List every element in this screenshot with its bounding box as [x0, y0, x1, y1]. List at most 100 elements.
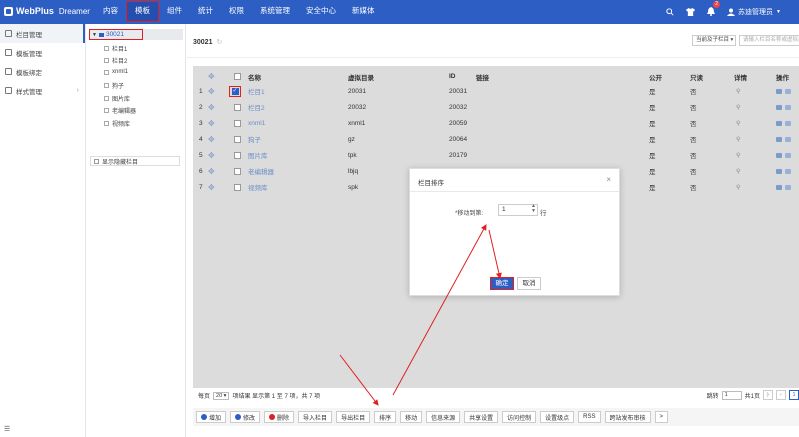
detail-icon[interactable]: ⚲: [736, 163, 740, 179]
tree-item[interactable]: 栏目1: [104, 44, 127, 53]
detail-icon[interactable]: ⚲: [736, 83, 740, 99]
move-icon[interactable]: ✥: [208, 99, 215, 115]
row-checkbox[interactable]: ✓: [229, 83, 241, 99]
copy-icon[interactable]: [785, 120, 791, 126]
move-icon[interactable]: ✥: [208, 179, 215, 195]
search-icon[interactable]: [666, 8, 674, 16]
cancel-button[interactable]: 取消: [517, 277, 541, 290]
edit-button[interactable]: 修改: [230, 411, 261, 423]
copy-icon[interactable]: [785, 104, 791, 110]
nav-template[interactable]: 模板: [126, 1, 159, 22]
edit-icon[interactable]: [776, 168, 782, 174]
row-name-link[interactable]: 狗子: [248, 131, 261, 147]
first-page-button[interactable]: |‹: [763, 390, 773, 400]
cross-site-review-button[interactable]: 跨站发布审核: [604, 411, 651, 423]
add-button[interactable]: 增加: [196, 411, 227, 423]
move-button[interactable]: 移动: [400, 411, 423, 423]
row-name-link[interactable]: xnml1: [248, 115, 265, 131]
row-checkbox[interactable]: [234, 131, 241, 147]
access-control-button[interactable]: 访问控制: [502, 411, 537, 423]
per-page-select[interactable]: 20 ▾: [213, 391, 230, 400]
copy-icon[interactable]: [785, 184, 791, 190]
tree-item[interactable]: 狗子: [104, 81, 124, 90]
row-name-link[interactable]: 图片库: [248, 147, 268, 163]
table-row[interactable]: 4 ✥ 狗子 gz 20064 是 否 ⚲: [193, 131, 799, 147]
tree-item[interactable]: 视频库: [104, 119, 130, 128]
sort-button[interactable]: 排序: [374, 411, 397, 423]
sidebar-item-column-manage[interactable]: 栏目管理: [0, 24, 85, 43]
set-level-button[interactable]: 设置级点: [540, 411, 575, 423]
edit-icon[interactable]: [776, 136, 782, 142]
show-hidden-checkbox[interactable]: 显示隐藏栏目: [90, 156, 180, 166]
copy-icon[interactable]: [785, 152, 791, 158]
nav-component[interactable]: 组件: [159, 0, 190, 24]
copy-icon[interactable]: [785, 88, 791, 94]
edit-icon[interactable]: [776, 120, 782, 126]
copy-icon[interactable]: [785, 136, 791, 142]
row-checkbox[interactable]: [234, 163, 241, 179]
row-name-link[interactable]: 视频库: [248, 179, 268, 195]
export-button[interactable]: 导出栏目: [336, 411, 371, 423]
edit-icon[interactable]: [776, 184, 782, 190]
spin-down-icon[interactable]: ▼: [531, 209, 536, 214]
col-readonly[interactable]: 只读: [690, 70, 703, 83]
row-name-link[interactable]: 栏目1: [248, 83, 265, 99]
share-settings-button[interactable]: 共享设置: [464, 411, 499, 423]
table-row[interactable]: 3 ✥ xnml1 xnml1 20059 是 否 ⚲: [193, 115, 799, 131]
info-source-button[interactable]: 信息来源: [426, 411, 461, 423]
row-checkbox[interactable]: [234, 179, 241, 195]
nav-system[interactable]: 系统管理: [252, 0, 298, 24]
edit-icon[interactable]: [776, 88, 782, 94]
nav-content[interactable]: 内容: [95, 0, 126, 24]
bell-icon[interactable]: [707, 6, 716, 16]
sidebar-item-style-manage[interactable]: 样式管理 ›: [0, 81, 85, 100]
close-icon[interactable]: ×: [606, 175, 611, 184]
edit-icon[interactable]: [776, 104, 782, 110]
checkbox[interactable]: [94, 158, 99, 164]
row-checkbox[interactable]: [234, 99, 241, 115]
nav-security[interactable]: 安全中心: [298, 0, 344, 24]
col-link[interactable]: 链接: [476, 70, 489, 83]
move-icon[interactable]: ✥: [208, 83, 215, 99]
detail-icon[interactable]: ⚲: [736, 115, 740, 131]
sidebar-item-template-bind[interactable]: 模板绑定: [0, 62, 85, 81]
row-name-link[interactable]: 栏目2: [248, 99, 265, 115]
nav-permission[interactable]: 权限: [221, 0, 252, 24]
shirt-icon[interactable]: [686, 8, 695, 16]
more-button[interactable]: >: [654, 411, 669, 423]
sidebar-item-template-manage[interactable]: 模板管理: [0, 43, 85, 62]
scope-select[interactable]: 当前及子栏目 ▾: [692, 35, 736, 46]
tree-item[interactable]: 栏目2: [104, 56, 127, 65]
tree-item[interactable]: xnml1: [104, 69, 128, 75]
user-menu[interactable]: 苏迪管理员 ▼: [727, 7, 781, 17]
col-public[interactable]: 公开: [649, 70, 662, 83]
col-dir[interactable]: 虚拟目录: [348, 70, 374, 83]
table-row[interactable]: 1 ✥ ✓ 栏目1 20031 20031 是 否 ⚲: [193, 83, 799, 99]
nav-new-media[interactable]: 新媒体: [344, 0, 383, 24]
detail-icon[interactable]: ⚲: [736, 179, 740, 195]
nav-stats[interactable]: 统计: [190, 0, 221, 24]
col-name[interactable]: 名称: [248, 70, 261, 83]
detail-icon[interactable]: ⚲: [736, 99, 740, 115]
move-icon[interactable]: ✥: [208, 147, 215, 163]
detail-icon[interactable]: ⚲: [736, 131, 740, 147]
jump-input[interactable]: 1: [721, 390, 742, 400]
detail-icon[interactable]: ⚲: [736, 147, 740, 163]
edit-icon[interactable]: [776, 152, 782, 158]
confirm-button[interactable]: 确定: [490, 277, 514, 290]
tree-item[interactable]: 老编辑器: [104, 106, 136, 115]
table-row[interactable]: 5 ✥ 图片库 tpk 20179 是 否 ⚲: [193, 147, 799, 163]
delete-button[interactable]: 删除: [264, 411, 295, 423]
notification[interactable]: 2: [707, 0, 721, 18]
copy-icon[interactable]: [785, 168, 791, 174]
refresh-icon[interactable]: ↻: [216, 38, 222, 46]
collapse-menu-icon[interactable]: ☰: [4, 425, 10, 433]
prev-page-button[interactable]: ‹: [776, 390, 786, 400]
search-input[interactable]: 请输入栏目名称或虚拟目录: [739, 35, 799, 46]
import-button[interactable]: 导入栏目: [298, 411, 333, 423]
row-name-link[interactable]: 老编辑器: [248, 163, 274, 179]
tree-root[interactable]: ▼ 30021: [89, 29, 143, 40]
number-spinner[interactable]: ▲ ▼: [531, 204, 536, 214]
rss-button[interactable]: RSS: [578, 411, 601, 423]
move-icon[interactable]: ✥: [208, 163, 215, 179]
